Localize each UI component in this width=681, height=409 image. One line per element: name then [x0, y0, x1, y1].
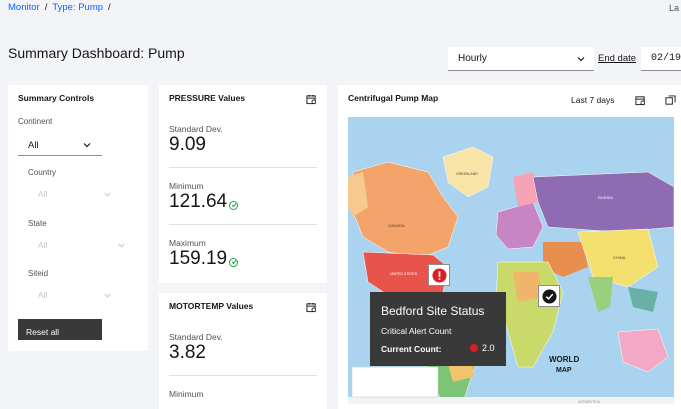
map-word-world: WORLD — [549, 355, 579, 364]
map-label-canada: CANADA — [388, 223, 405, 228]
chevron-down-icon — [577, 56, 585, 61]
pressure-max-label: Maximum — [169, 238, 206, 248]
map-word-map: MAP — [556, 367, 572, 374]
siteid-value: All — [38, 290, 48, 300]
pressure-std-value: 9.09 — [169, 134, 206, 156]
map-label-china: CHINA — [613, 255, 626, 260]
map-label-russia: RUSSIA — [598, 195, 613, 200]
tooltip-count-value: 2.0 — [482, 343, 495, 353]
check-circle-icon — [229, 200, 239, 210]
breadcrumb: Monitor / Type: Pump / — [8, 2, 111, 13]
breadcrumb-separator: / — [44, 2, 48, 13]
chevron-down-icon — [83, 143, 91, 148]
reset-all-button[interactable]: Reset all — [18, 319, 102, 340]
continent-value: All — [28, 139, 39, 151]
country-label: Country — [28, 168, 57, 177]
summary-controls-card: Summary Controls Continent All Country A… — [8, 85, 148, 351]
critical-dot-icon — [470, 344, 478, 352]
pump-map-title: Centrifugal Pump Map — [348, 93, 439, 103]
tooltip-count-label: Current Count: — [381, 344, 442, 354]
continent-dropdown[interactable]: All — [18, 135, 102, 156]
motortemp-std-number: 3.82 — [169, 342, 206, 363]
country-value: All — [38, 189, 48, 199]
motortemp-std-label: Standard Dev. — [169, 332, 223, 342]
pressure-values-card: PRESSURE Values Standard Dev. 9.09 Minim… — [159, 85, 327, 283]
tooltip-count: 2.0 — [470, 343, 495, 353]
pressure-std-label: Standard Dev. — [169, 124, 223, 134]
continent-label: Continent — [18, 117, 53, 126]
end-date-link[interactable]: End date — [598, 53, 636, 64]
critical-alert-marker[interactable] — [428, 264, 450, 286]
motortemp-values-card: MOTORTEMP Values Standard Dev. 3.82 Mini… — [159, 293, 327, 409]
calendar-settings-icon[interactable] — [635, 95, 646, 106]
tooltip-title: Bedford Site Status — [381, 304, 485, 318]
period-dropdown-value: Hourly — [458, 53, 487, 64]
breadcrumb-separator: / — [108, 2, 111, 13]
header-truncated-text: La — [668, 3, 679, 13]
calendar-settings-icon[interactable] — [306, 94, 317, 105]
pressure-card-title: PRESSURE Values — [169, 93, 246, 103]
pressure-std-number: 9.09 — [169, 134, 206, 155]
country-dropdown[interactable]: All — [38, 186, 112, 202]
divider — [169, 224, 317, 225]
chevron-down-icon — [118, 243, 125, 248]
motortemp-std-value: 3.82 — [169, 342, 206, 364]
pressure-min-value: 121.64 — [169, 191, 239, 213]
checkmark-filled-icon — [541, 288, 557, 304]
pressure-max-value: 159.19 — [169, 248, 239, 270]
motortemp-card-title: MOTORTEMP Values — [169, 301, 254, 311]
chevron-down-icon — [104, 293, 111, 298]
siteid-dropdown[interactable]: All — [38, 287, 112, 303]
chevron-down-icon — [104, 192, 111, 197]
siteid-label: Siteid — [28, 269, 49, 278]
map-label-antarctica: ANTARCTICA — [578, 400, 601, 404]
end-date-input[interactable]: 02/19 — [641, 47, 681, 71]
tooltip-subtitle: Critical Alert Count — [381, 326, 452, 336]
check-circle-icon — [229, 257, 239, 267]
motortemp-min-label: Minimum — [169, 389, 204, 399]
summary-controls-title: Summary Controls — [18, 93, 95, 103]
state-label: State — [28, 219, 47, 228]
page-title: Summary Dashboard: Pump — [8, 45, 185, 61]
breadcrumb-link-monitor[interactable]: Monitor — [8, 2, 40, 13]
ok-status-marker[interactable] — [538, 285, 560, 307]
site-status-tooltip: Bedford Site Status Critical Alert Count… — [370, 292, 506, 366]
pressure-min-number: 121.64 — [169, 191, 228, 212]
map-label-greenland: GREENLAND — [456, 172, 478, 176]
state-value: All — [38, 240, 48, 250]
divider — [169, 375, 317, 376]
map-label-usa: UNITED STATES — [390, 272, 418, 276]
warning-alert-icon — [431, 267, 447, 283]
state-dropdown[interactable]: All — [38, 237, 126, 253]
pressure-max-number: 159.19 — [169, 248, 228, 269]
period-dropdown[interactable]: Hourly — [448, 47, 594, 71]
time-range-label[interactable]: Last 7 days — [571, 95, 614, 105]
calendar-settings-icon[interactable] — [306, 302, 317, 313]
divider — [169, 167, 317, 168]
breadcrumb-link-type[interactable]: Type: Pump — [52, 2, 103, 13]
pressure-min-label: Minimum — [169, 181, 204, 191]
expand-icon[interactable] — [665, 95, 676, 106]
